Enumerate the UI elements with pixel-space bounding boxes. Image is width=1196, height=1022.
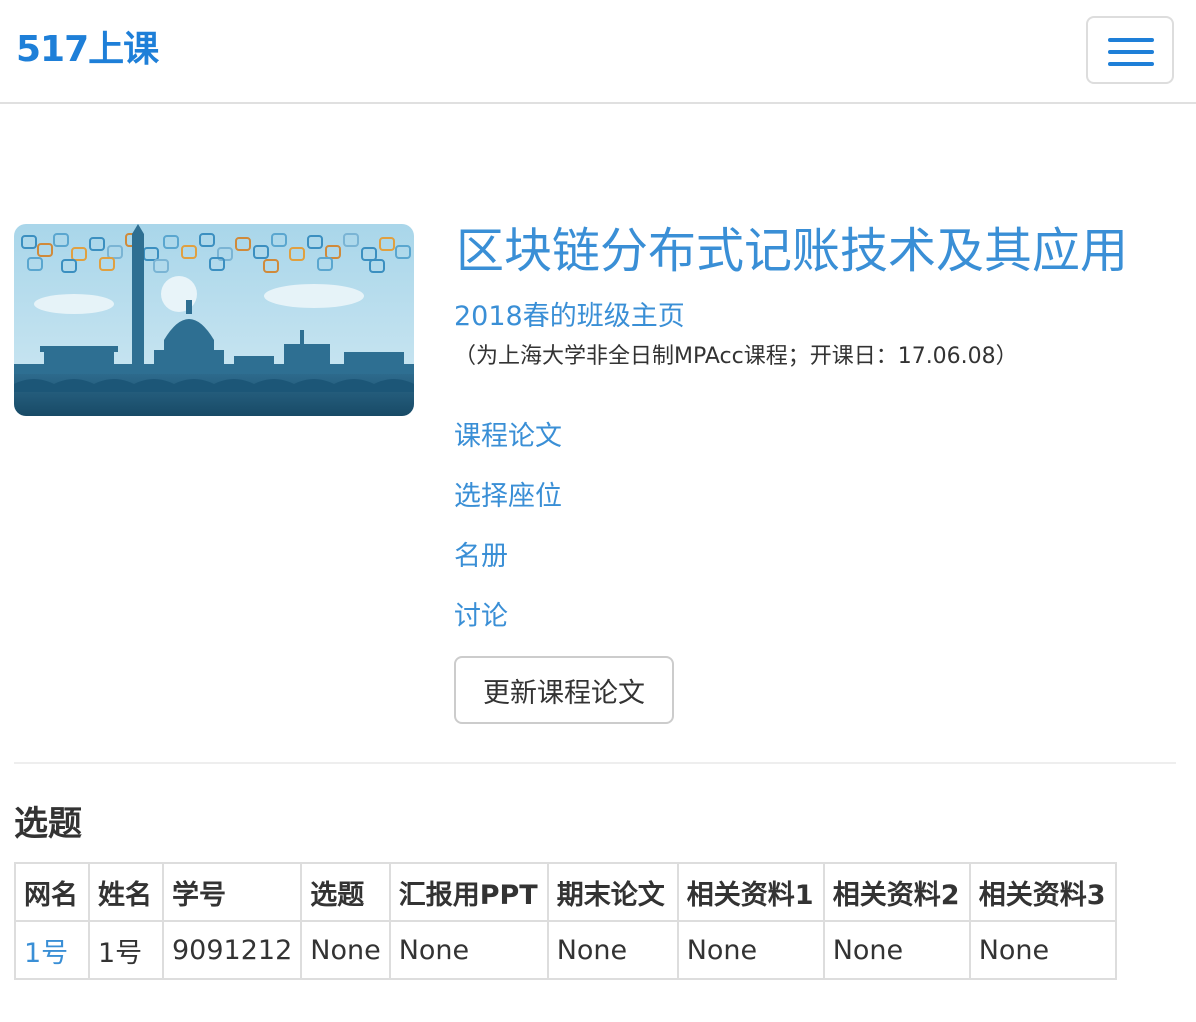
column-header: 相关资料1 <box>676 862 825 922</box>
table-cell: 9091212 <box>161 920 303 980</box>
course-cover-image <box>14 224 414 416</box>
choose-seat-link[interactable]: 选择座位 <box>454 480 562 514</box>
column-header: 姓名 <box>88 862 164 922</box>
column-header: 相关资料3 <box>968 862 1117 922</box>
top-navbar: 517上课 <box>0 0 1196 104</box>
semester-homepage-link[interactable]: 2018春的班级主页 <box>454 300 685 334</box>
update-course-papers-button[interactable]: 更新课程论文 <box>454 656 674 724</box>
column-header: 相关资料2 <box>822 862 971 922</box>
course-papers-link[interactable]: 课程论文 <box>454 420 562 454</box>
column-header: 学号 <box>161 862 303 922</box>
roster-link[interactable]: 名册 <box>454 540 508 574</box>
table-header-row: 网名 姓名 学号 选题 汇报用PPT 期末论文 相关资料1 相关资料2 相关资料… <box>14 862 1117 922</box>
table-row: 1号 1号 9091212 None None None None None N… <box>14 920 1117 980</box>
column-header: 期末论文 <box>546 862 679 922</box>
table-cell: None <box>822 920 971 980</box>
section-divider <box>14 762 1176 764</box>
menu-toggle-button[interactable] <box>1086 16 1174 84</box>
table-cell: None <box>546 920 679 980</box>
column-header: 网名 <box>14 862 90 922</box>
column-header: 选题 <box>300 862 391 922</box>
brand-logo[interactable]: 517上课 <box>16 28 159 72</box>
table-cell: 1号 <box>88 920 164 980</box>
nickname-link[interactable]: 1号 <box>24 938 68 969</box>
table-cell: None <box>300 920 391 980</box>
column-header: 汇报用PPT <box>388 862 549 922</box>
table-cell: None <box>968 920 1117 980</box>
table-cell: None <box>388 920 549 980</box>
table-cell: None <box>676 920 825 980</box>
discussion-link[interactable]: 讨论 <box>454 600 508 634</box>
course-note: （为上海大学非全日制MPAcc课程；开课日：17.06.08） <box>454 344 1018 369</box>
topics-table: 网名 姓名 学号 选题 汇报用PPT 期末论文 相关资料1 相关资料2 相关资料… <box>14 862 1117 980</box>
topics-heading: 选题 <box>14 804 82 844</box>
table-cell: 1号 <box>14 920 90 980</box>
course-title: 区块链分布式记账技术及其应用 <box>456 223 1129 279</box>
